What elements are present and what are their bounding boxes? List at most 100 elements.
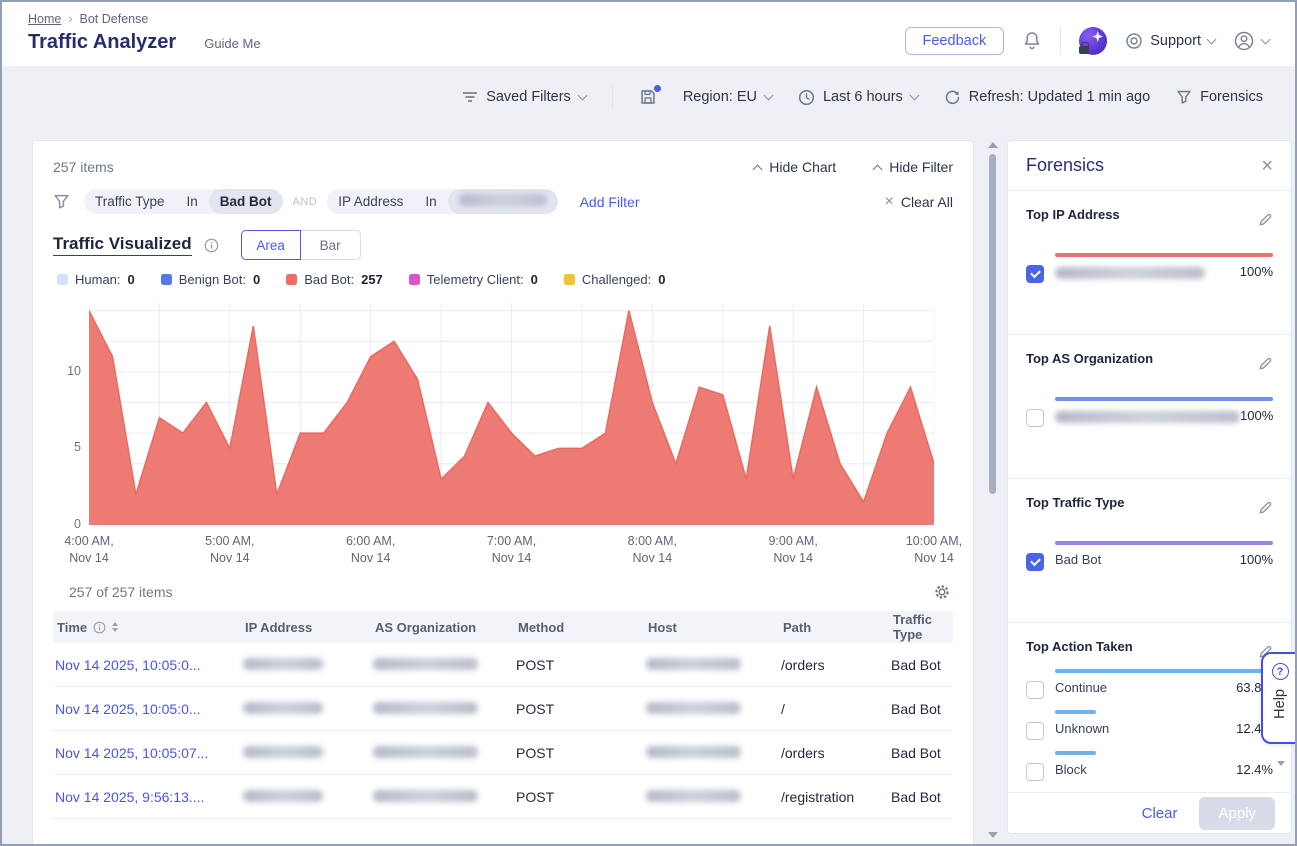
clear-all-button[interactable]: ×Clear All <box>885 194 953 210</box>
row-time-link[interactable]: Nov 14 2025, 10:05:07... <box>55 745 243 761</box>
feedback-button[interactable]: Feedback <box>905 27 1005 55</box>
saved-filters-menu[interactable]: Saved Filters <box>462 89 586 105</box>
help-tab[interactable]: ? Help <box>1261 652 1297 744</box>
filter-chip[interactable]: IP AddressIn <box>327 189 557 214</box>
table-row[interactable]: Nov 14 2025, 10:05:0...POST/ordersBad Bo… <box>53 643 953 687</box>
bell-icon[interactable] <box>1022 30 1042 52</box>
forensics-item-checkbox[interactable] <box>1026 553 1044 571</box>
edit-pencil-icon[interactable] <box>1257 355 1273 371</box>
forensics-item-checkbox[interactable] <box>1026 763 1044 781</box>
account-menu[interactable] <box>1233 30 1269 52</box>
sort-toggle[interactable] <box>112 622 118 632</box>
forensics-toggle[interactable]: Forensics <box>1176 89 1263 105</box>
support-label: Support <box>1150 33 1201 49</box>
scroll-up-arrow[interactable] <box>988 142 998 148</box>
forensics-item-label: Unknown <box>1055 721 1109 736</box>
support-menu[interactable]: Support <box>1125 32 1215 50</box>
x-axis-tick: 7:00 AM,Nov 14 <box>487 533 536 567</box>
redacted-cell <box>646 701 781 717</box>
app-window: Home › Bot Defense Traffic Analyzer Guid… <box>0 0 1297 846</box>
time-range-selector[interactable]: Last 6 hours <box>798 89 918 106</box>
chevron-up-icon <box>753 165 763 175</box>
info-icon[interactable] <box>204 238 219 253</box>
column-header-host: Host <box>646 620 781 635</box>
edit-pencil-icon[interactable] <box>1257 499 1273 515</box>
filters-toolbar: Saved Filters Region: EU Last 6 hours Re… <box>2 66 1295 128</box>
chart-mode-bar[interactable]: Bar <box>301 230 361 260</box>
chart-title: Traffic Visualized <box>53 234 192 256</box>
support-icon <box>1125 32 1143 50</box>
forensics-section-header: Top AS Organization <box>1026 351 1273 371</box>
redacted-cell <box>373 657 516 673</box>
legend-item[interactable]: Challenged: 0 <box>564 272 666 287</box>
redacted-value <box>243 658 323 670</box>
hide-chart-button[interactable]: Hide Chart <box>754 159 836 175</box>
row-time-link[interactable]: Nov 14 2025, 10:05:0... <box>55 701 243 717</box>
stat-bar-track <box>1055 669 1273 673</box>
legend-item[interactable]: Telemetry Client: 0 <box>409 272 538 287</box>
filter-chip[interactable]: Traffic TypeInBad Bot <box>84 189 283 214</box>
refresh-button[interactable]: Refresh: Updated 1 min ago <box>944 89 1150 106</box>
forensics-item-checkbox[interactable] <box>1026 681 1044 699</box>
forensics-section: Top AS Organization 100% <box>1008 335 1291 479</box>
row-traffic-type: Bad Bot <box>891 701 951 717</box>
refresh-icon <box>944 89 961 106</box>
redacted-value <box>243 702 323 714</box>
traffic-panel: 257 items Hide Chart Hide Filter Traffic… <box>32 140 974 846</box>
region-selector[interactable]: Region: EU <box>683 89 772 105</box>
legend-item[interactable]: Benign Bot: 0 <box>161 272 260 287</box>
info-icon[interactable] <box>93 621 106 634</box>
forensics-item: Unknown12.4% <box>1026 710 1273 740</box>
forensics-items: Continue63.8%Unknown12.4%Block12.4% <box>1026 669 1273 781</box>
scroll-down-arrow[interactable] <box>988 832 998 838</box>
forensics-scroll-down-arrow[interactable] <box>1277 761 1285 766</box>
main-scrollbar[interactable] <box>986 142 1000 838</box>
forensics-item-label: Continue <box>1055 680 1107 695</box>
y-axis-tick: 5 <box>57 440 81 454</box>
chart-mode-area[interactable]: Area <box>241 230 301 260</box>
edit-pencil-icon[interactable] <box>1257 211 1273 227</box>
save-filter-button[interactable] <box>639 88 657 106</box>
redacted-cell <box>243 657 373 673</box>
legend-swatch <box>57 274 68 285</box>
breadcrumb-current: Bot Defense <box>80 12 149 26</box>
table-row[interactable]: Nov 14 2025, 9:56:13....POST/registratio… <box>53 775 953 819</box>
row-time-link[interactable]: Nov 14 2025, 10:05:0... <box>55 657 243 673</box>
guide-me-link[interactable]: Guide Me <box>204 36 260 51</box>
close-icon: × <box>885 194 894 210</box>
forensics-item-label <box>1055 408 1240 423</box>
column-header-traffic-type: Traffic Type <box>891 612 951 642</box>
redacted-value <box>459 194 547 206</box>
breadcrumb-home[interactable]: Home <box>28 12 61 26</box>
hide-filter-button[interactable]: Hide Filter <box>874 159 953 175</box>
forensics-item: 100% <box>1026 397 1273 427</box>
table-row[interactable]: Nov 14 2025, 10:05:0...POST/Bad Bot <box>53 687 953 731</box>
row-method: POST <box>516 745 646 761</box>
forensics-item-checkbox[interactable] <box>1026 409 1044 427</box>
forensics-item-checkbox[interactable] <box>1026 722 1044 740</box>
forensics-apply-button[interactable]: Apply <box>1199 797 1275 830</box>
row-time-link[interactable]: Nov 14 2025, 9:56:13.... <box>55 789 243 805</box>
time-range-label: Last 6 hours <box>823 89 903 105</box>
forensics-item-label: Block <box>1055 762 1087 777</box>
add-filter-button[interactable]: Add Filter <box>580 194 640 210</box>
gear-icon[interactable] <box>933 583 951 601</box>
forensics-item-checkbox[interactable] <box>1026 265 1044 283</box>
x-axis: 4:00 AM,Nov 145:00 AM,Nov 146:00 AM,Nov … <box>89 533 934 569</box>
legend-count: 0 <box>531 272 538 287</box>
ai-assistant-icon[interactable] <box>1079 27 1107 55</box>
forensics-clear-button[interactable]: Clear <box>1142 805 1178 822</box>
redacted-cell <box>373 789 516 805</box>
legend-item[interactable]: Human: 0 <box>57 272 135 287</box>
redacted-value <box>646 790 741 802</box>
legend-item[interactable]: Bad Bot: 257 <box>286 272 383 287</box>
scrollbar-thumb[interactable] <box>989 154 996 494</box>
column-header-time[interactable]: Time <box>55 620 243 635</box>
table-header: TimeIP AddressAS OrganizationMethodHostP… <box>53 611 953 643</box>
table-row[interactable]: Nov 14 2025, 10:05:07...POST/ordersBad B… <box>53 731 953 775</box>
redacted-cell <box>646 789 781 805</box>
filter-conjunction: AND <box>293 196 318 208</box>
column-header-path: Path <box>781 620 891 635</box>
forensics-label-row: 100% <box>1055 408 1273 423</box>
close-icon[interactable]: × <box>1261 156 1273 176</box>
